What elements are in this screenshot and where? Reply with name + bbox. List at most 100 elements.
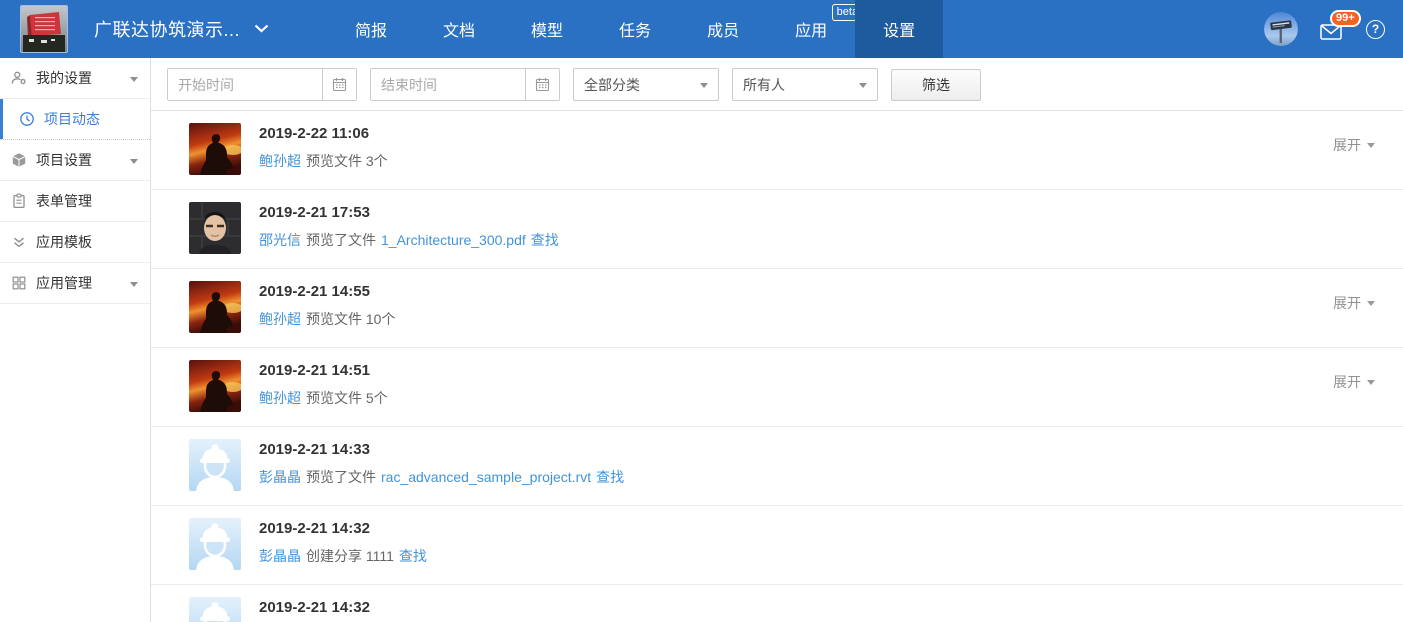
activity-row: 2019-2-21 17:53 邵光信预览了文件1_Architecture_3…	[151, 190, 1403, 269]
tab-apps[interactable]: 应用 beta	[767, 0, 855, 58]
activity-description: 彭晶晶创建分享 1111查找	[259, 547, 427, 566]
topbar-right-actions: 99+ ?	[1264, 0, 1385, 58]
tab-tasks[interactable]: 任务	[591, 0, 679, 58]
user-avatar	[189, 597, 241, 622]
action-text: 预览文件 10个	[306, 311, 395, 327]
action-text: 预览了文件	[306, 469, 376, 485]
category-select-value: 全部分类	[584, 75, 640, 95]
activity-time: 2019-2-21 14:51	[259, 361, 388, 381]
activity-row: 2019-2-21 14:55 鲍孙超预览文件 10个 展开	[151, 269, 1403, 348]
activity-row-body: 2019-2-21 14:32	[259, 597, 370, 622]
user-avatar	[189, 123, 241, 175]
user-avatar	[189, 360, 241, 412]
chevron-down-icon	[1367, 380, 1375, 385]
activity-time: 2019-2-22 11:06	[259, 124, 388, 144]
end-time-input[interactable]	[371, 69, 525, 100]
tab-label: 成员	[707, 17, 739, 41]
category-select[interactable]: 全部分类	[573, 68, 719, 101]
unread-count-badge: 99+	[1330, 10, 1361, 27]
chevron-down-icon[interactable]	[254, 20, 269, 38]
chevron-down-icon	[130, 159, 138, 164]
sidebar-item-app-templates[interactable]: 应用模板	[0, 222, 150, 263]
activity-description: 鲍孙超预览文件 10个	[259, 310, 395, 329]
activity-description: 鲍孙超预览文件 3个	[259, 152, 388, 171]
end-time-field	[370, 68, 560, 101]
tab-label: 应用	[795, 17, 827, 41]
file-link[interactable]: rac_advanced_sample_project.rvt	[381, 469, 591, 485]
activity-description: 鲍孙超预览文件 5个	[259, 389, 388, 408]
activity-row: 2019-2-21 14:32 彭晶晶创建分享 1111查找	[151, 506, 1403, 585]
file-link[interactable]: 查找	[531, 232, 559, 248]
action-text: 预览文件 3个	[306, 153, 388, 169]
activity-time: 2019-2-21 17:53	[259, 203, 559, 223]
user-link[interactable]: 彭晶晶	[259, 548, 301, 564]
sidebar-item-label: 应用模板	[36, 232, 92, 252]
tab-label: 模型	[531, 17, 563, 41]
user-link[interactable]: 鲍孙超	[259, 390, 301, 406]
account-avatar[interactable]	[1264, 12, 1298, 46]
project-title[interactable]: 广联达协筑演示...	[94, 16, 240, 42]
chevron-down-icon	[700, 83, 708, 88]
person-select[interactable]: 所有人	[732, 68, 878, 101]
calendar-icon[interactable]	[525, 69, 559, 100]
activity-time: 2019-2-21 14:55	[259, 282, 395, 302]
user-avatar	[189, 281, 241, 333]
sidebar-item-project-activity[interactable]: 项目动态	[0, 99, 150, 140]
tab-members[interactable]: 成员	[679, 0, 767, 58]
sidebar-item-project-settings[interactable]: 项目设置	[0, 140, 150, 181]
expand-label: 展开	[1333, 372, 1361, 392]
file-link[interactable]: 1_Architecture_300.pdf	[381, 232, 526, 248]
top-navigation-bar: 广联达协筑演示... 简报 文档 模型 任务 成员 应用 beta 设置	[0, 0, 1403, 58]
chevron-down-icon	[130, 77, 138, 82]
settings-sidebar: 我的设置 项目动态 项目设置	[0, 58, 151, 622]
messages-button[interactable]: 99+	[1320, 17, 1344, 41]
project-logo[interactable]	[20, 5, 68, 53]
file-link[interactable]: 查找	[596, 469, 624, 485]
tab-settings[interactable]: 设置	[855, 0, 943, 58]
tab-label: 文档	[443, 17, 475, 41]
user-link[interactable]: 鲍孙超	[259, 311, 301, 327]
start-time-input[interactable]	[168, 69, 322, 100]
expand-toggle[interactable]: 展开	[1333, 135, 1375, 155]
chevron-down-icon	[1367, 143, 1375, 148]
question-mark-icon: ?	[1372, 22, 1379, 36]
user-link[interactable]: 邵光信	[259, 232, 301, 248]
sidebar-item-form-management[interactable]: 表单管理	[0, 181, 150, 222]
user-link[interactable]: 彭晶晶	[259, 469, 301, 485]
sidebar-item-label: 应用管理	[36, 273, 92, 293]
tab-label: 简报	[355, 17, 387, 41]
sidebar-item-label: 我的设置	[36, 68, 92, 88]
tab-models[interactable]: 模型	[503, 0, 591, 58]
activity-row-body: 2019-2-21 14:55 鲍孙超预览文件 10个	[259, 281, 395, 347]
file-link[interactable]: 查找	[399, 548, 427, 564]
user-link[interactable]: 鲍孙超	[259, 153, 301, 169]
sidebar-item-my-settings[interactable]: 我的设置	[0, 58, 150, 99]
user-gear-icon	[11, 70, 27, 86]
activity-time: 2019-2-21 14:32	[259, 519, 427, 539]
expand-label: 展开	[1333, 135, 1361, 155]
activity-row-body: 2019-2-21 17:53 邵光信预览了文件1_Architecture_3…	[259, 202, 559, 268]
activity-row-body: 2019-2-21 14:51 鲍孙超预览文件 5个	[259, 360, 388, 426]
tab-label: 设置	[883, 17, 915, 41]
chevron-down-icon	[859, 83, 867, 88]
clipboard-icon	[11, 193, 27, 209]
tab-label: 任务	[619, 17, 651, 41]
activity-row: 2019-2-21 14:32	[151, 585, 1403, 622]
calendar-icon[interactable]	[322, 69, 356, 100]
tab-briefing[interactable]: 简报	[327, 0, 415, 58]
help-button[interactable]: ?	[1366, 20, 1385, 39]
tab-documents[interactable]: 文档	[415, 0, 503, 58]
clock-icon	[19, 111, 35, 127]
person-select-value: 所有人	[743, 75, 785, 95]
activity-time: 2019-2-21 14:33	[259, 440, 624, 460]
expand-toggle[interactable]: 展开	[1333, 293, 1375, 313]
sidebar-item-app-management[interactable]: 应用管理	[0, 263, 150, 304]
chevron-down-icon	[130, 282, 138, 287]
user-avatar	[189, 518, 241, 570]
sidebar-item-label: 项目动态	[44, 109, 100, 129]
user-avatar	[189, 439, 241, 491]
filter-button[interactable]: 筛选	[891, 69, 981, 101]
activity-row-body: 2019-2-21 14:33 彭晶晶预览了文件 rac_advanced_sam…	[259, 439, 624, 505]
expand-toggle[interactable]: 展开	[1333, 372, 1375, 392]
activity-row-body: 2019-2-22 11:06 鲍孙超预览文件 3个	[259, 123, 388, 189]
